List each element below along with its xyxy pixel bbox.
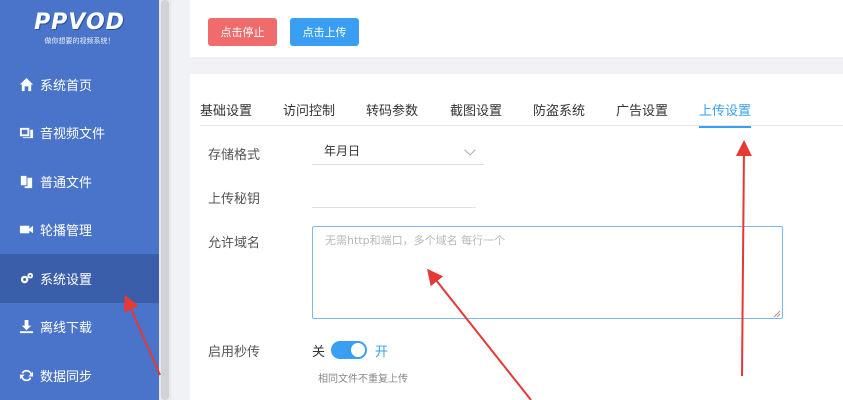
upload-key-label: 上传秘钥 (208, 192, 261, 207)
sync-icon (18, 367, 34, 383)
sidebar-item-label: 离线下载 (40, 321, 93, 337)
sidebar-item-settings[interactable]: 系统设置 (0, 254, 159, 303)
allowed-domains-label: 允许域名 (208, 236, 261, 251)
settings-card: 基础设置 访问控制 转码参数 截图设置 防盗系统 广告设置 上传设置 存储格式 … (190, 74, 843, 400)
tab-anti-theft[interactable]: 防盗系统 (533, 100, 585, 128)
instant-upload-hint: 相同文件不重复上传 (318, 374, 408, 385)
sidebar: PPVOD 做你想要的视频系统！ 系统首页 音视频文件 普通文件 轮播管理 系统… (0, 0, 159, 400)
logo-text: PPVOD (34, 10, 125, 35)
settings-tabs: 基础设置 访问控制 转码参数 截图设置 防盗系统 广告设置 上传设置 (200, 96, 843, 128)
instant-upload-toggle[interactable] (331, 341, 368, 359)
sidebar-item-label: 音视频文件 (40, 127, 106, 143)
sidebar-item-media-files[interactable]: 音视频文件 (0, 109, 159, 158)
chevron-down-icon (464, 144, 476, 156)
sidebar-item-data-sync[interactable]: 数据同步 (0, 351, 159, 400)
scroll-track (159, 0, 171, 400)
sidebar-nav: 系统首页 音视频文件 普通文件 轮播管理 系统设置 离线下载 数据同步 (0, 60, 159, 400)
allowed-domains-textarea[interactable] (312, 226, 783, 319)
instant-upload-label: 启用秒传 (208, 345, 261, 360)
sidebar-item-label: 普通文件 (40, 175, 93, 191)
sidebar-item-offline-download[interactable]: 离线下载 (0, 303, 159, 352)
sidebar-item-label: 数据同步 (40, 369, 93, 385)
files-icon (18, 173, 34, 189)
sidebar-item-carousel[interactable]: 轮播管理 (0, 206, 159, 255)
storage-format-select[interactable]: 年月日 (312, 137, 484, 165)
upload-button[interactable]: 点击上传 (290, 18, 359, 46)
tab-ads[interactable]: 广告设置 (616, 100, 668, 128)
stop-button[interactable]: 点击停止 (208, 18, 277, 46)
instant-upload-switch-row: 关 开 (312, 340, 388, 360)
download-icon (18, 319, 34, 335)
switch-on-label[interactable]: 开 (375, 341, 388, 360)
sidebar-item-files[interactable]: 普通文件 (0, 157, 159, 206)
video-camera-icon (18, 222, 34, 238)
tab-basic[interactable]: 基础设置 (200, 100, 252, 128)
sidebar-item-home[interactable]: 系统首页 (0, 60, 159, 109)
switch-off-label[interactable]: 关 (312, 341, 325, 360)
sidebar-item-label: 系统首页 (40, 78, 93, 94)
tab-transcode[interactable]: 转码参数 (366, 100, 418, 128)
media-files-icon (18, 125, 34, 141)
sidebar-item-label: 系统设置 (40, 272, 93, 288)
gears-icon (18, 270, 34, 286)
tab-screenshot[interactable]: 截图设置 (450, 100, 502, 128)
home-icon (18, 76, 34, 92)
upload-key-input[interactable] (312, 180, 476, 208)
sidebar-item-label: 轮播管理 (40, 224, 93, 240)
resize-grip-icon[interactable] (773, 310, 781, 318)
toolbar-card: 点击停止 点击上传 (190, 0, 843, 57)
tab-access-control[interactable]: 访问控制 (283, 100, 335, 128)
scrollbar[interactable] (161, 0, 169, 400)
logo[interactable]: PPVOD 做你想要的视频系统！ (0, 0, 159, 52)
logo-slogan: 做你想要的视频系统！ (44, 37, 115, 45)
storage-format-value: 年月日 (324, 144, 361, 158)
toggle-knob (351, 343, 366, 357)
tab-upload-settings[interactable]: 上传设置 (699, 100, 752, 128)
storage-format-label: 存储格式 (208, 148, 261, 163)
